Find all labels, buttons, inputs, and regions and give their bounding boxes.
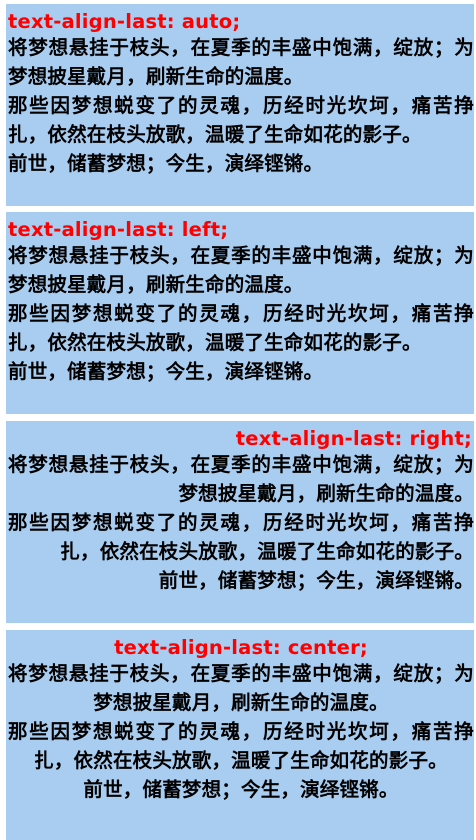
section-label: text-align-last: left; (8, 218, 229, 241)
demo-page: text-align-last: auto; 将梦想悬挂于枝头，在夏季的丰盛中饱… (0, 0, 476, 840)
paragraph: 前世，储蓄梦想；今生，演绎铿锵。 (8, 360, 324, 383)
paragraph: 将梦想悬挂于枝头，在夏季的丰盛中饱满，绽放；为梦想披星戴月，刷新生命的温度。 (8, 453, 474, 505)
paragraph: 前世，储蓄梦想；今生，演绎铿锵。 (8, 152, 324, 175)
section-label: text-align-last: right; (235, 427, 472, 450)
section-align-last-right: text-align-last: right; 将梦想悬挂于枝头，在夏季的丰盛中… (6, 421, 474, 623)
section-label: text-align-last: center; (114, 636, 368, 659)
section-align-last-auto: text-align-last: auto; 将梦想悬挂于枝头，在夏季的丰盛中饱… (6, 4, 474, 206)
paragraph: 将梦想悬挂于枝头，在夏季的丰盛中饱满，绽放；为梦想披星戴月，刷新生命的温度。 (8, 662, 474, 714)
paragraph: 那些因梦想蜕变了的灵魂，历经时光坎坷，痛苦挣扎，依然在枝头放歌，温暖了生命如花的… (8, 94, 474, 146)
section-label: text-align-last: auto; (8, 10, 241, 33)
paragraph: 那些因梦想蜕变了的灵魂，历经时光坎坷，痛苦挣扎，依然在枝头放歌，温暖了生命如花的… (8, 720, 474, 772)
paragraph: 那些因梦想蜕变了的灵魂，历经时光坎坷，痛苦挣扎，依然在枝头放歌，温暖了生命如花的… (8, 302, 474, 354)
paragraph: 那些因梦想蜕变了的灵魂，历经时光坎坷，痛苦挣扎，依然在枝头放歌，温暖了生命如花的… (8, 511, 474, 563)
section-align-last-left: text-align-last: left; 将梦想悬挂于枝头，在夏季的丰盛中饱… (6, 212, 474, 414)
paragraph: 前世，储蓄梦想；今生，演绎铿锵。 (158, 569, 474, 592)
paragraph: 将梦想悬挂于枝头，在夏季的丰盛中饱满，绽放；为梦想披星戴月，刷新生命的温度。 (8, 244, 474, 296)
paragraph: 前世，储蓄梦想；今生，演绎铿锵。 (83, 778, 399, 801)
section-align-last-center: text-align-last: center; 将梦想悬挂于枝头，在夏季的丰盛… (6, 630, 474, 840)
paragraph: 将梦想悬挂于枝头，在夏季的丰盛中饱满，绽放；为梦想披星戴月，刷新生命的温度。 (8, 36, 474, 88)
